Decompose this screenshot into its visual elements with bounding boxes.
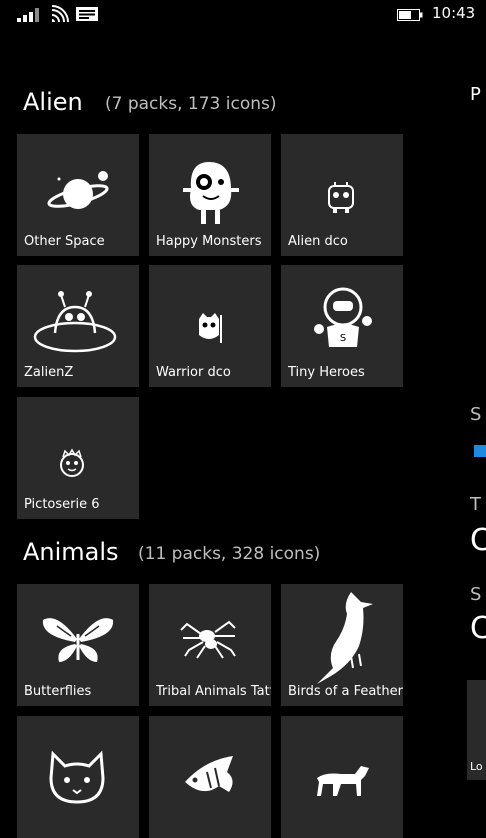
- alien-robot-icon: [328, 182, 354, 213]
- tile-label: Birds of a Feather: [288, 684, 403, 699]
- tile-label: Tiny Heroes: [288, 365, 365, 380]
- section-subtitle: (11 packs, 328 icons): [138, 544, 321, 564]
- status-time: 10:43: [432, 4, 476, 22]
- section-header-alien[interactable]: Alien (7 packs, 173 icons): [23, 88, 443, 120]
- planet-icon: [47, 171, 109, 209]
- warrior-icon: [199, 313, 222, 343]
- tile-zalienz[interactable]: ZalienZ: [17, 265, 139, 387]
- ufo-alien-icon: [33, 291, 117, 353]
- tile-fish[interactable]: [149, 716, 271, 838]
- peek-tile[interactable]: Lo: [467, 680, 486, 780]
- message-icon: [76, 7, 98, 21]
- tile-label: Pictoserie 6: [24, 497, 100, 512]
- tile-label: Tribal Animals Tatt: [156, 684, 271, 699]
- bird-icon: [317, 592, 373, 684]
- cat-icon: [49, 750, 105, 804]
- tile-label: Warrior dco: [156, 365, 231, 380]
- peek-p-text: P: [470, 84, 481, 105]
- tile-tiny-heroes[interactable]: S Tiny Heroes: [281, 265, 403, 387]
- tile-warrior-dco[interactable]: Warrior dco: [149, 265, 271, 387]
- tile-pictoserie-6[interactable]: Pictoserie 6: [17, 397, 139, 519]
- tile-label: Butterflies: [24, 684, 92, 699]
- horse-icon: [317, 766, 369, 796]
- peek-s2-label: S: [470, 584, 482, 605]
- peek-slider-thumb[interactable]: [474, 445, 486, 457]
- monster-icon: [183, 162, 239, 224]
- alien-face-icon: [60, 448, 84, 477]
- tile-alien-dco[interactable]: Alien dco: [281, 134, 403, 256]
- spider-icon: [180, 620, 236, 659]
- section-title: Animals: [23, 538, 119, 566]
- fish-icon: [185, 756, 233, 792]
- tile-tribal-animals[interactable]: Tribal Animals Tatt: [149, 584, 271, 706]
- tile-birds-of-a-feather[interactable]: Birds of a Feather: [281, 584, 403, 706]
- tile-butterflies[interactable]: Butterflies: [17, 584, 139, 706]
- peek-s-label: S: [470, 404, 482, 425]
- peek-c2-value[interactable]: C: [470, 611, 486, 646]
- butterfly-icon: [42, 618, 114, 662]
- tile-happy-monsters[interactable]: Happy Monsters: [149, 134, 271, 256]
- tile-label: Other Space: [24, 234, 105, 249]
- section-subtitle: (7 packs, 173 icons): [105, 94, 277, 114]
- peek-c-value[interactable]: C: [470, 523, 486, 558]
- tile-label: Alien dco: [288, 234, 348, 249]
- tile-label: ZalienZ: [24, 365, 74, 380]
- wifi-icon: [51, 5, 69, 23]
- peek-tile-label: Lo: [470, 760, 483, 773]
- signal-strength-icon: [17, 6, 43, 22]
- status-bar: 10:43: [0, 0, 486, 30]
- tile-cats[interactable]: [17, 716, 139, 838]
- tile-label: Happy Monsters: [156, 234, 262, 249]
- astronaut-hero-icon: S: [314, 287, 372, 347]
- battery-icon: [397, 9, 423, 21]
- tile-other-space[interactable]: Other Space: [17, 134, 139, 256]
- section-title: Alien: [23, 88, 83, 116]
- section-header-animals[interactable]: Animals (11 packs, 328 icons): [23, 538, 443, 570]
- peek-t-label: T: [470, 494, 481, 515]
- svg-text:S: S: [340, 333, 346, 344]
- tile-horses[interactable]: [281, 716, 403, 838]
